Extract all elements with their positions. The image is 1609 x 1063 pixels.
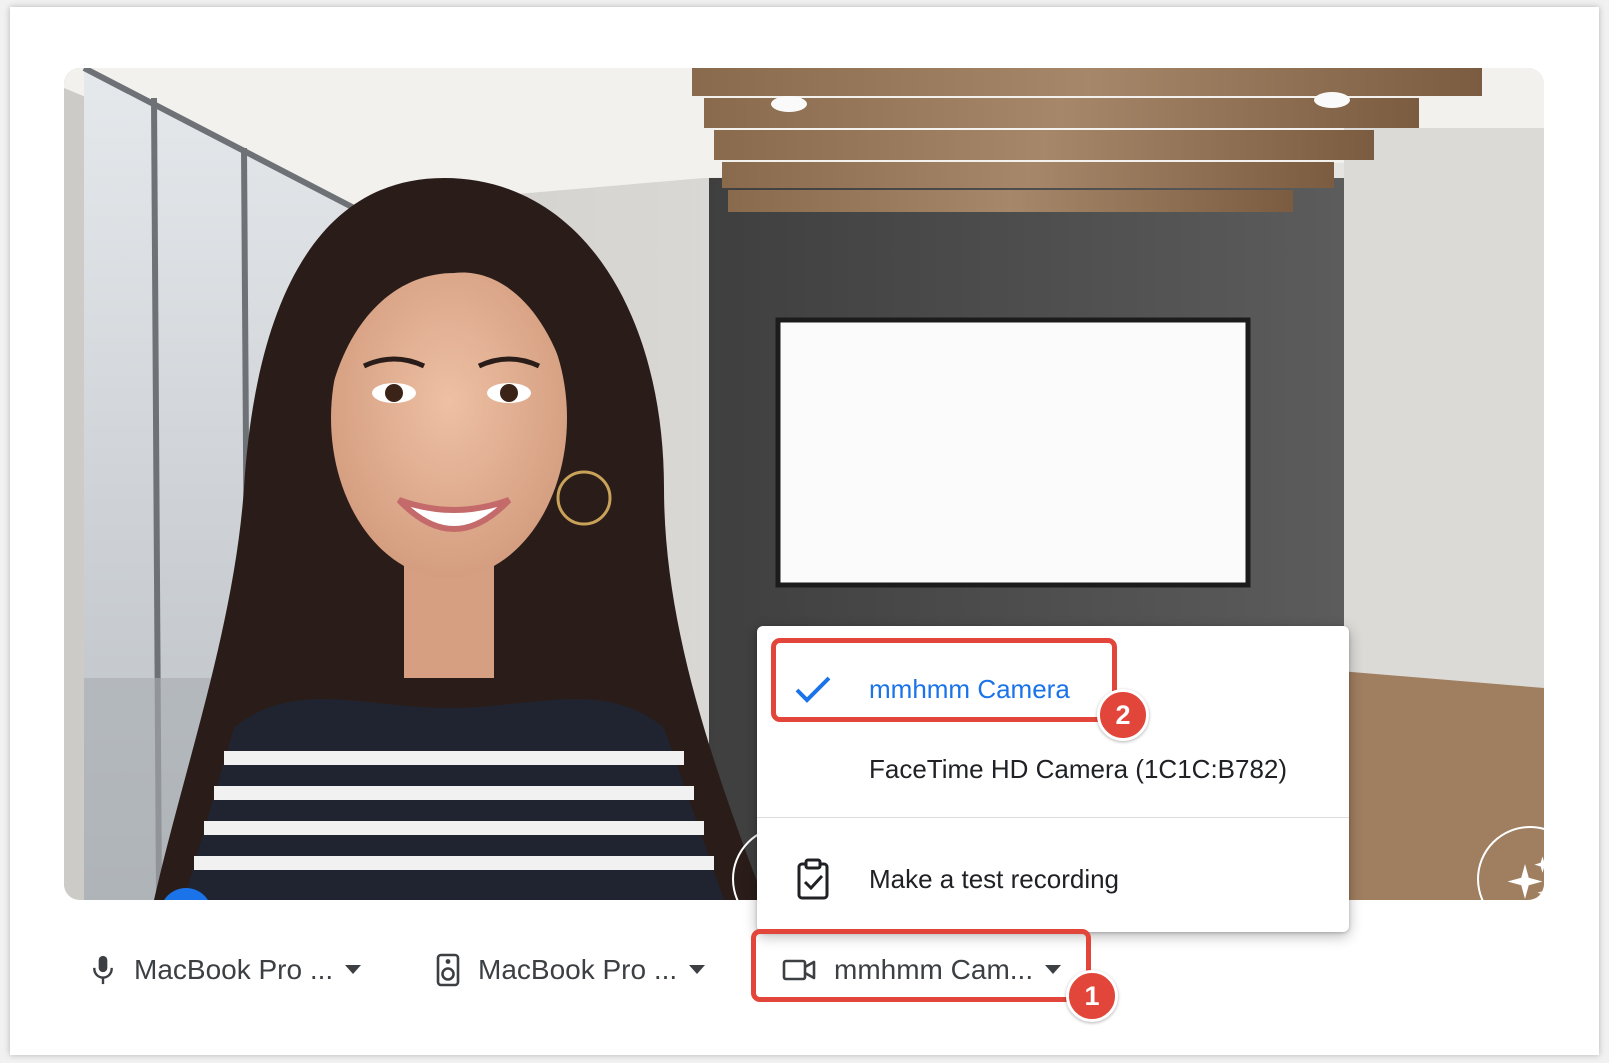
speaker-selector[interactable]: MacBook Pro ... xyxy=(436,940,706,1000)
step-badge-2: 2 xyxy=(1097,689,1149,741)
microphone-selector[interactable]: MacBook Pro ... xyxy=(90,940,362,1000)
speaker-label: MacBook Pro ... xyxy=(478,954,678,985)
highlight-box-mmhmm-option xyxy=(771,638,1117,722)
camera-option-label: FaceTime HD Camera (1C1C:B782) xyxy=(869,753,1288,784)
clipboard-check-icon xyxy=(797,858,829,900)
highlight-box-camera-selector xyxy=(751,929,1091,1002)
menu-divider xyxy=(757,817,1349,818)
camera-option-facetime[interactable]: FaceTime HD Camera (1C1C:B782) xyxy=(757,734,1349,804)
make-test-recording-item[interactable]: Make a test recording xyxy=(757,844,1349,914)
speaker-icon xyxy=(436,953,460,987)
caret-down-icon xyxy=(689,965,706,974)
sparkle-icon xyxy=(1507,856,1544,899)
mic-icon xyxy=(93,955,113,985)
step-badge-1: 1 xyxy=(1066,970,1118,1022)
microphone-label: MacBook Pro ... xyxy=(134,954,334,985)
make-test-recording-label: Make a test recording xyxy=(869,863,1120,894)
caret-down-icon xyxy=(345,965,362,974)
